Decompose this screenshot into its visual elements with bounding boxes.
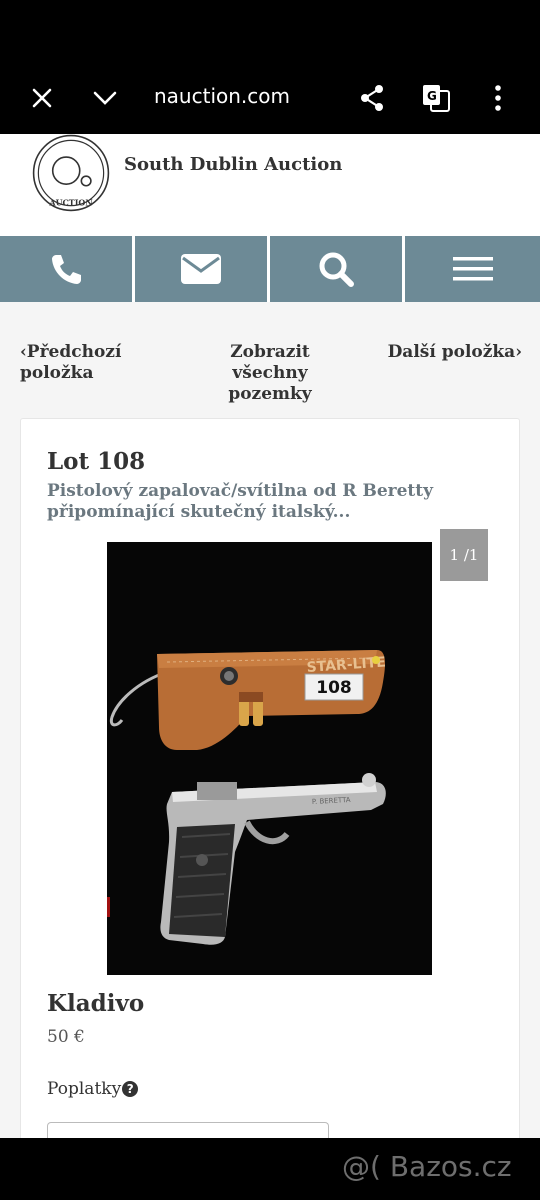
translate-icon[interactable]: G bbox=[416, 62, 456, 134]
lot-title: Lot 108 bbox=[47, 448, 146, 475]
hamburger-icon bbox=[452, 257, 493, 281]
next-lot-link[interactable]: Další položka› bbox=[380, 342, 522, 363]
site-logo[interactable]: AUCTION bbox=[22, 134, 120, 212]
hammer-price-value: 50 € bbox=[47, 1027, 85, 1047]
bazos-watermark: @( Bazos.cz bbox=[342, 1150, 512, 1183]
image-counter: 1 /1 bbox=[440, 529, 488, 581]
close-icon[interactable] bbox=[22, 62, 62, 134]
svg-text:AUCTION: AUCTION bbox=[48, 199, 92, 208]
nav-bar bbox=[0, 236, 540, 302]
svg-text:108: 108 bbox=[316, 678, 352, 698]
fees-label: Poplatky bbox=[47, 1079, 122, 1099]
lot-description: Pistolový zapalovač/svítilna od R Berett… bbox=[47, 481, 433, 522]
lot-photo[interactable]: STAR-LITE 108 P. BERETTA bbox=[107, 542, 432, 975]
browser-toolbar: nauction.com G bbox=[0, 62, 540, 134]
site-name[interactable]: South Dublin Auction bbox=[124, 154, 342, 175]
status-bar bbox=[0, 0, 540, 62]
envelope-icon bbox=[181, 254, 221, 284]
hammer-price-label: Kladivo bbox=[47, 990, 145, 1017]
svg-text:G: G bbox=[427, 89, 437, 103]
phone-icon bbox=[52, 255, 81, 284]
chevron-down-icon[interactable] bbox=[85, 62, 125, 134]
url-field[interactable]: nauction.com bbox=[154, 84, 290, 108]
phone-button[interactable] bbox=[0, 236, 132, 302]
view-all-lots-link[interactable]: Zobrazit všechny pozemky bbox=[220, 342, 320, 405]
more-vertical-icon[interactable] bbox=[480, 62, 516, 134]
help-icon[interactable]: ? bbox=[122, 1081, 139, 1097]
email-button[interactable] bbox=[135, 236, 267, 302]
fees-row[interactable]: Poplatky ? bbox=[47, 1079, 139, 1099]
menu-button[interactable] bbox=[405, 236, 540, 302]
search-icon bbox=[319, 252, 354, 287]
previous-lot-link[interactable]: ‹Předchozí položka bbox=[20, 342, 150, 384]
share-icon[interactable] bbox=[352, 62, 392, 134]
search-button[interactable] bbox=[270, 236, 402, 302]
